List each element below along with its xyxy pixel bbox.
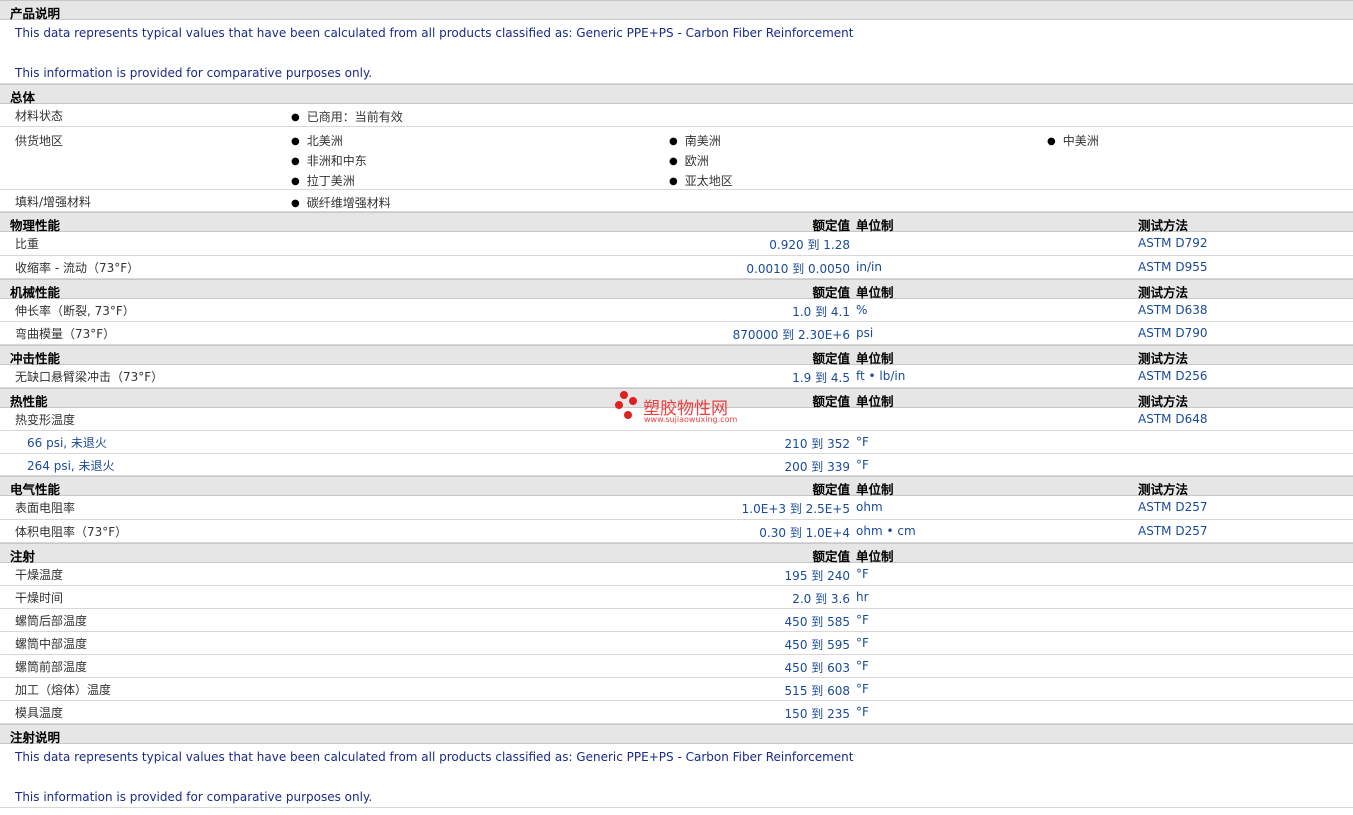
table-row: 弯曲模量（73°F） 870000 到 2.30E+6 psi ASTM D79… <box>0 322 1353 345</box>
region-item: 亚太地区 <box>669 172 733 189</box>
region-item: 南美洲 <box>669 132 721 149</box>
logo-dot <box>615 401 623 409</box>
logo-dot <box>620 391 628 399</box>
table-row: 干燥时间 2.0 到 3.6 hr <box>0 586 1353 609</box>
region-item: 拉丁美洲 <box>291 172 355 189</box>
table-row: 螺筒后部温度 450 到 585 °F <box>0 609 1353 632</box>
section-header-general: 总体 <box>0 84 1353 105</box>
table-row: 伸长率（断裂, 73°F） 1.0 到 4.1 % ASTM D638 <box>0 299 1353 322</box>
logo-dot <box>624 411 632 419</box>
section-header-injection-notes: 注射说明 <box>0 724 1353 745</box>
section-header-mechanical: 机械性能 额定值 单位制 测试方法 <box>0 279 1353 300</box>
general-filler-row: 填料/增强材料 碳纤维增强材料 <box>0 190 1353 212</box>
table-row: 干燥温度 195 到 240 °F <box>0 563 1353 586</box>
note-line-1: This data represents typical values that… <box>15 750 854 764</box>
section-header-desc: 产品说明 <box>0 0 1353 21</box>
table-row: 无缺口悬臂梁冲击（73°F） 1.9 到 4.5 ft • lb/in ASTM… <box>0 365 1353 388</box>
injection-notes: This data represents typical values that… <box>0 744 1353 808</box>
table-row: 体积电阻率（73°F） 0.30 到 1.0E+4 ohm • cm ASTM … <box>0 520 1353 543</box>
note-line-2: This information is provided for compara… <box>15 790 373 804</box>
table-row: 螺筒前部温度 450 到 603 °F <box>0 655 1353 678</box>
note-line-2: This information is provided for compara… <box>15 66 373 80</box>
table-row: 收缩率 - 流动（73°F） 0.0010 到 0.0050 in/in AST… <box>0 256 1353 279</box>
desc-notes: This data represents typical values that… <box>0 20 1353 84</box>
section-header-injection: 注射 额定值 单位制 <box>0 543 1353 564</box>
status-bullet: 已商用：当前有效 <box>291 108 403 125</box>
logo-dot <box>629 397 637 405</box>
table-row: 表面电阻率 1.0E+3 到 2.5E+5 ohm ASTM D257 <box>0 496 1353 520</box>
general-status-row: 材料状态 已商用：当前有效 <box>0 104 1353 127</box>
note-line-1: This data represents typical values that… <box>15 26 854 40</box>
region-item: 中美洲 <box>1047 132 1099 149</box>
filler-bullet: 碳纤维增强材料 <box>291 194 391 211</box>
watermark-url: www.sujiaowuxing.com <box>644 415 738 424</box>
table-row: 螺筒中部温度 450 到 595 °F <box>0 632 1353 655</box>
region-item: 欧洲 <box>669 152 709 169</box>
table-row: 加工（熔体）温度 515 到 608 °F <box>0 678 1353 701</box>
general-region-row: 供货地区 北美洲 南美洲 中美洲 非洲和中东 欧洲 拉丁美洲 亚太地区 <box>0 127 1353 190</box>
section-header-impact: 冲击性能 额定值 单位制 测试方法 <box>0 345 1353 366</box>
table-row: 264 psi, 未退火 200 到 339 °F <box>0 454 1353 476</box>
region-item: 非洲和中东 <box>291 152 367 169</box>
region-item: 北美洲 <box>291 132 343 149</box>
section-header-physical: 物理性能 额定值 单位制 测试方法 <box>0 212 1353 233</box>
table-row: 66 psi, 未退火 210 到 352 °F <box>0 431 1353 454</box>
table-row: 模具温度 150 到 235 °F <box>0 701 1353 724</box>
section-header-electrical: 电气性能 额定值 单位制 测试方法 <box>0 476 1353 497</box>
table-row: 比重 0.920 到 1.28 ASTM D792 <box>0 232 1353 256</box>
